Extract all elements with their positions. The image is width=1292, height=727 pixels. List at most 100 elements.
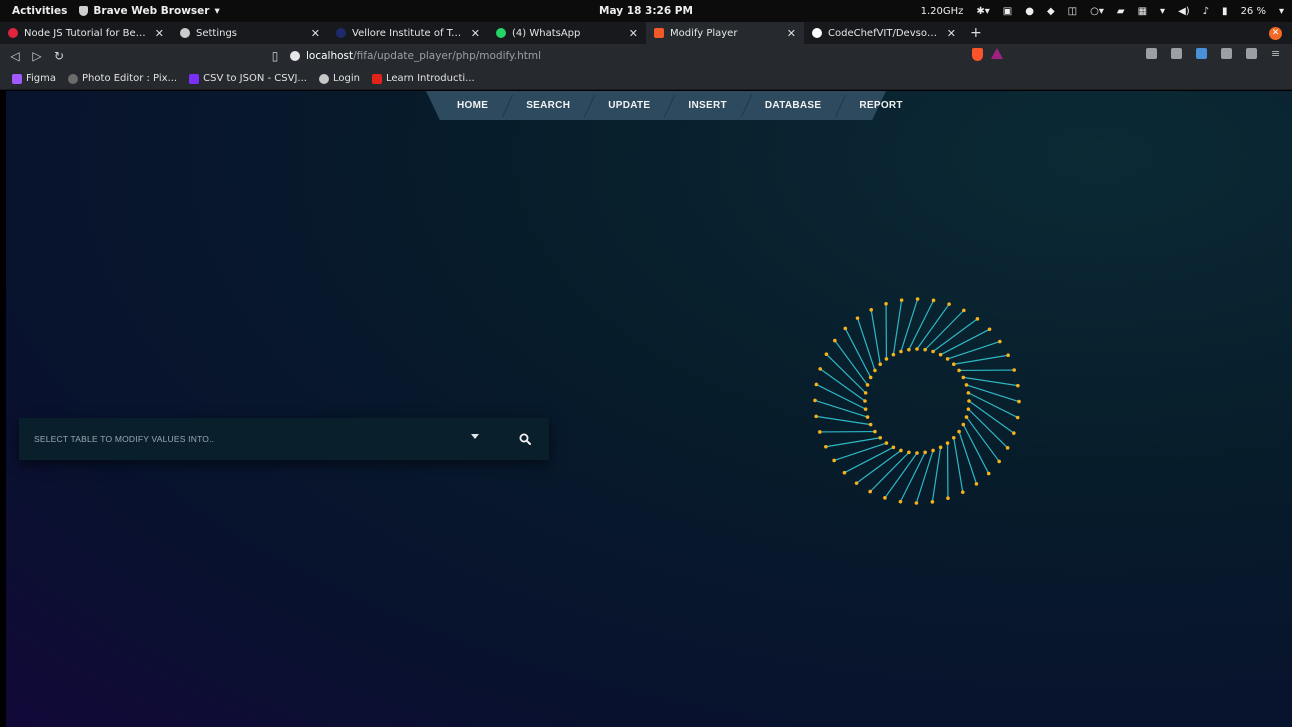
bookmark-login[interactable]: Login <box>318 73 360 84</box>
tab-node-js[interactable]: Node JS Tutorial for Beginners ✕ <box>0 22 172 44</box>
spinner-ray <box>931 447 942 502</box>
bookmarks-bar: Figma Photo Editor : Pix... CSV to JSON … <box>0 68 1292 90</box>
brave-rewards-icon[interactable]: ✕ <box>1269 27 1282 40</box>
brave-shields-icon[interactable] <box>972 48 983 61</box>
spinner-dot <box>813 398 817 403</box>
bookmark-label: Figma <box>26 73 57 84</box>
close-tab-icon[interactable]: ✕ <box>787 27 796 40</box>
spinner-dot <box>931 298 936 303</box>
spinner-ray <box>816 415 871 426</box>
extension-icon[interactable]: ◆ <box>1047 6 1055 17</box>
spinner-dot <box>915 347 919 351</box>
spinner-dot <box>833 338 837 343</box>
spinner-dot <box>898 499 903 504</box>
spinner-dot <box>869 308 874 312</box>
vit-logo-icon <box>336 28 346 38</box>
battery-icon[interactable]: ▮ <box>1222 6 1228 17</box>
forward-button[interactable]: ▷ <box>26 49 48 63</box>
spinner-dot <box>945 357 950 361</box>
clock[interactable]: May 18 3:26 PM <box>599 5 693 17</box>
system-tray[interactable]: 1.20GHz ✱▾ ▣ ● ◆ ◫ ○▾ ▰ ▦ ▾ ◀) ♪ ▮ 26 % … <box>921 6 1284 17</box>
spinner-dot <box>843 326 848 331</box>
csvjson-icon <box>189 73 200 84</box>
brave-rewards-triangle-icon[interactable] <box>991 48 1003 59</box>
power-menu-icon[interactable]: ▾ <box>1279 6 1284 17</box>
spinner-dot <box>947 302 951 306</box>
close-tab-icon[interactable]: ✕ <box>629 27 638 40</box>
circle-toggle-icon[interactable]: ○▾ <box>1090 6 1104 17</box>
app-menu-label: Brave Web Browser <box>93 5 210 17</box>
system-top-bar: Activities Brave Web Browser ▾ May 18 3:… <box>0 0 1292 22</box>
table-select-placeholder: SELECT TABLE TO MODIFY VALUES INTO.. <box>34 434 215 444</box>
bookmark-figma[interactable]: Figma <box>12 73 56 84</box>
close-tab-icon[interactable]: ✕ <box>155 27 164 40</box>
course-icon <box>371 73 382 84</box>
steam-icon[interactable]: ● <box>1025 6 1034 17</box>
tab-modify-player[interactable]: Modify Player ✕ <box>646 22 804 44</box>
nav-home[interactable]: HOME <box>438 91 507 120</box>
clipboard-icon[interactable]: ▣ <box>1003 6 1012 17</box>
activities-button[interactable]: Activities <box>0 5 79 17</box>
close-tab-icon[interactable]: ✕ <box>471 27 480 40</box>
bookmark-learn[interactable]: Learn Introducti... <box>371 73 475 84</box>
spinner-dot <box>818 367 822 371</box>
close-tab-icon[interactable]: ✕ <box>947 27 956 40</box>
spinner-dot <box>868 489 872 494</box>
spinner-ray <box>915 450 934 504</box>
spinner-dot <box>951 362 956 367</box>
wifi-icon[interactable]: ▾ <box>1160 6 1165 17</box>
tab-strip: Node JS Tutorial for Beginners ✕ Setting… <box>0 22 1292 44</box>
nav-insert[interactable]: INSERT <box>669 91 745 120</box>
grid-icon[interactable]: ▦ <box>1138 6 1147 17</box>
globe-icon <box>318 73 329 84</box>
dropdown-caret-icon[interactable] <box>471 434 479 439</box>
menu-icon[interactable]: ≡ <box>1271 48 1282 59</box>
spinner-dot <box>1005 446 1010 450</box>
microphone-icon[interactable]: ♪ <box>1203 6 1209 17</box>
extension-icon[interactable] <box>1221 48 1232 59</box>
spinner-dot <box>873 429 877 434</box>
top-navigation: HOME SEARCH UPDATE INSERT DATABASE REPORT <box>426 91 903 120</box>
spinner-dot <box>818 430 822 434</box>
tab-codechef[interactable]: CodeChefVIT/DevsocApp ✕ <box>804 22 964 44</box>
address-bar[interactable]: localhost/fifa/update_player/php/modify.… <box>290 47 1040 65</box>
back-button[interactable]: ◁ <box>4 49 26 63</box>
app-menu[interactable]: Brave Web Browser ▾ <box>79 5 220 17</box>
bookmark-icon[interactable]: ▯ <box>264 49 286 63</box>
bookmark-photo-editor[interactable]: Photo Editor : Pix... <box>68 73 177 84</box>
new-tab-button[interactable]: + <box>964 25 988 41</box>
nav-update[interactable]: UPDATE <box>589 91 669 120</box>
battery-tray-icon[interactable]: ▰ <box>1117 6 1125 17</box>
tab-title: Vellore Institute of Technology <box>352 27 465 39</box>
info-icon[interactable] <box>290 51 300 61</box>
volume-icon[interactable]: ◀) <box>1178 6 1190 17</box>
spinner-dot <box>863 399 867 403</box>
spinner-dot <box>1012 368 1016 372</box>
spinner-dot <box>891 352 896 357</box>
extension-icon[interactable] <box>1196 48 1207 59</box>
reload-button[interactable]: ↻ <box>48 49 70 63</box>
spinner-dot <box>873 368 877 373</box>
spinner-dot <box>961 422 966 427</box>
spinner-dot <box>884 441 889 445</box>
nav-search[interactable]: SEARCH <box>507 91 589 120</box>
spinner-dot <box>1015 415 1020 420</box>
table-select[interactable]: SELECT TABLE TO MODIFY VALUES INTO.. <box>19 418 499 460</box>
tab-vit[interactable]: Vellore Institute of Technology ✕ <box>328 22 488 44</box>
spinner-dot <box>923 450 927 455</box>
tab-settings[interactable]: Settings ✕ <box>172 22 328 44</box>
spinner-ray <box>892 300 903 355</box>
extension-icon[interactable] <box>1246 48 1257 59</box>
extension-icon[interactable] <box>1146 48 1157 59</box>
bookmark-csv-to-json[interactable]: CSV to JSON - CSVJ... <box>189 73 307 84</box>
nav-report[interactable]: REPORT <box>840 91 921 120</box>
tab-whatsapp[interactable]: (4) WhatsApp ✕ <box>488 22 646 44</box>
spinner-ray <box>953 437 964 493</box>
nav-database[interactable]: DATABASE <box>746 91 840 120</box>
close-tab-icon[interactable]: ✕ <box>311 27 320 40</box>
search-button[interactable] <box>501 418 549 460</box>
search-icon <box>519 433 531 445</box>
notification-icon[interactable]: ◫ <box>1068 6 1077 17</box>
spinner-ray <box>870 309 881 365</box>
extension-icon[interactable] <box>1171 48 1182 59</box>
